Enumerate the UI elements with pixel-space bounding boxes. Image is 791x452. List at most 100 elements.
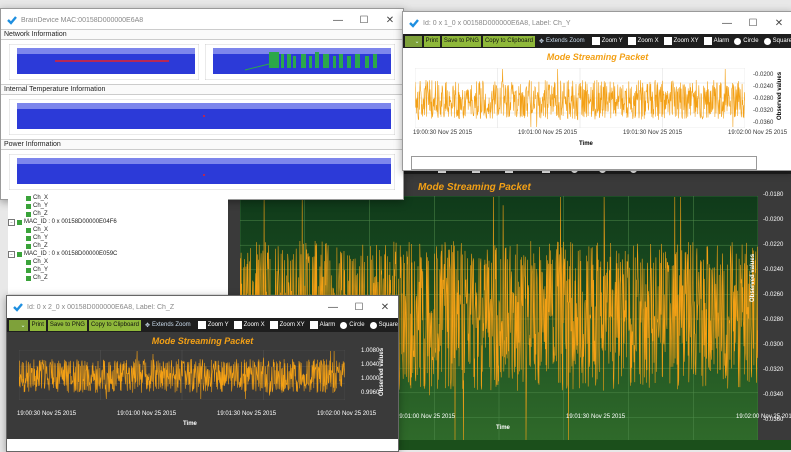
tree-channel-node[interactable]: Ch_Y bbox=[8, 266, 228, 274]
extends-zoom-label: Extends Zoom bbox=[152, 322, 191, 328]
ch-z-chart-title: Mode Streaming Packet bbox=[151, 336, 254, 346]
tree-channel-node[interactable]: Ch_Y bbox=[8, 202, 228, 210]
chart-mode-select[interactable]: ⌄ bbox=[9, 319, 28, 331]
tree-channel-node[interactable]: Ch_Z bbox=[8, 242, 228, 250]
maximize-button[interactable]: ☐ bbox=[346, 296, 372, 318]
big-chart-x-label: Time bbox=[496, 425, 510, 431]
copy-clipboard-button[interactable]: Copy to Clipboard bbox=[88, 319, 141, 331]
ch-z-y-label: Observed values bbox=[379, 347, 385, 396]
x-tick-label: 19:02:00 Nov 25 2015 bbox=[317, 411, 377, 417]
tree-channel-node[interactable]: Ch_X bbox=[8, 194, 228, 202]
zoom-x-checkbox[interactable] bbox=[627, 37, 636, 45]
y-tick-label: -0.0180 bbox=[763, 192, 784, 198]
y-tick-label: 1.0040 bbox=[361, 362, 380, 368]
minimize-button[interactable]: — bbox=[320, 296, 346, 318]
zoom-y-label: Zoom Y bbox=[207, 322, 229, 328]
circle-radio[interactable] bbox=[734, 37, 742, 45]
square-radio[interactable] bbox=[763, 37, 771, 45]
power-chart[interactable] bbox=[9, 154, 395, 190]
y-tick-label: -0.0220 bbox=[763, 242, 784, 248]
print-button[interactable]: Print bbox=[423, 35, 440, 47]
tree-channel-node[interactable]: Ch_Y bbox=[8, 234, 228, 242]
x-tick-label: 19:01:30 Nov 25 2015 bbox=[566, 414, 626, 420]
maximize-button[interactable]: ☐ bbox=[351, 9, 377, 31]
y-tick-label: -0.0320 bbox=[753, 108, 774, 114]
circle-label: Circle bbox=[349, 322, 365, 328]
tree-node-label: Ch_X bbox=[33, 195, 49, 201]
square-label: Square bbox=[772, 38, 791, 44]
ch-y-chart-plot[interactable] bbox=[415, 68, 745, 128]
sensor-icon bbox=[26, 235, 31, 241]
close-button[interactable]: ✕ bbox=[766, 12, 791, 34]
y-tick-label: -0.0340 bbox=[763, 392, 784, 398]
save-png-button[interactable]: Save to PNG bbox=[47, 319, 87, 331]
zoom-xy-checkbox[interactable] bbox=[663, 37, 672, 45]
ch-z-overview-strip[interactable] bbox=[7, 439, 398, 451]
collapse-icon[interactable]: − bbox=[8, 218, 15, 226]
tree-node-label: Ch_Z bbox=[33, 211, 48, 217]
chart-mode-select[interactable]: ⌄ bbox=[405, 35, 422, 47]
network-panel bbox=[1, 40, 403, 84]
y-tick-label: -0.0280 bbox=[763, 317, 784, 323]
copy-clipboard-button[interactable]: Copy to Clipboard bbox=[482, 35, 535, 47]
big-chart-y-label: Observed values bbox=[750, 253, 756, 302]
square-radio[interactable] bbox=[369, 321, 377, 329]
temperature-chart[interactable] bbox=[9, 99, 395, 135]
extends-zoom-button[interactable]: ✥ Extends Zoom bbox=[143, 322, 193, 329]
tree-channel-node[interactable]: Ch_X bbox=[8, 258, 228, 266]
brain-app-icon bbox=[7, 16, 17, 25]
power-panel bbox=[1, 150, 403, 194]
zoom-xy-label: Zoom XY bbox=[673, 38, 699, 44]
zoom-y-checkbox[interactable] bbox=[197, 321, 206, 329]
zoom-x-checkbox[interactable] bbox=[233, 321, 242, 329]
zoom-icon: ✥ bbox=[538, 38, 544, 45]
sensor-icon bbox=[26, 227, 31, 233]
alarm-checkbox[interactable] bbox=[309, 321, 318, 329]
sensor-icon bbox=[26, 211, 31, 217]
network-panel-heading: Network Information bbox=[1, 29, 403, 40]
sensor-icon bbox=[26, 259, 31, 265]
alarm-label: Alarm bbox=[319, 322, 336, 328]
minimize-button[interactable]: — bbox=[325, 9, 351, 31]
minimize-button[interactable]: — bbox=[714, 12, 740, 34]
x-tick-label: 19:01:00 Nov 25 2015 bbox=[117, 411, 177, 417]
y-tick-label: -0.0260 bbox=[763, 292, 784, 298]
print-button[interactable]: Print bbox=[29, 319, 46, 331]
x-tick-label: 19:00:30 Nov 25 2015 bbox=[17, 411, 77, 417]
network-chart-left[interactable] bbox=[9, 44, 199, 80]
ch-y-overview-strip[interactable] bbox=[411, 156, 757, 170]
tree-channel-node[interactable]: Ch_Z bbox=[8, 210, 228, 218]
circle-radio[interactable] bbox=[340, 321, 348, 329]
tree-channel-node[interactable]: Ch_Z bbox=[8, 274, 228, 282]
zoom-xy-checkbox[interactable] bbox=[269, 321, 278, 329]
tree-channel-node[interactable]: Ch_X bbox=[8, 226, 228, 234]
brain-app-icon bbox=[13, 303, 23, 312]
sensor-icon bbox=[26, 243, 31, 249]
temperature-panel bbox=[1, 95, 403, 139]
tree-device-node[interactable]: − MAC_ID : 0 x 00158D00000E059C bbox=[8, 250, 228, 258]
extends-zoom-label: Extends Zoom bbox=[546, 38, 585, 44]
y-tick-label: 1.0080 bbox=[361, 348, 380, 354]
sensor-icon bbox=[26, 267, 31, 273]
network-chart-right[interactable] bbox=[205, 44, 395, 80]
ch-z-titlebar: Id: 0 x 2_0 x 00158D000000E6A8, Label: C… bbox=[7, 296, 398, 318]
collapse-icon[interactable]: − bbox=[8, 250, 15, 258]
ch-y-x-label: Time bbox=[579, 141, 593, 147]
tree-node-label: Ch_Z bbox=[33, 275, 48, 281]
close-button[interactable]: ✕ bbox=[377, 9, 403, 31]
ch-y-title: Id: 0 x 1_0 x 00158D000000E6A8, Label: C… bbox=[423, 19, 571, 27]
zoom-x-label: Zoom X bbox=[637, 38, 659, 44]
close-button[interactable]: ✕ bbox=[372, 296, 398, 318]
y-tick-label: -0.0200 bbox=[763, 217, 784, 223]
tree-device-node[interactable]: − MAC_ID : 0 x 00158D00000E04F6 bbox=[8, 218, 228, 226]
ch-z-chart-plot[interactable] bbox=[19, 350, 345, 400]
save-png-button[interactable]: Save to PNG bbox=[441, 35, 481, 47]
alarm-checkbox[interactable] bbox=[703, 37, 712, 45]
y-tick-label: -0.0200 bbox=[753, 72, 774, 78]
maximize-button[interactable]: ☐ bbox=[740, 12, 766, 34]
extends-zoom-button[interactable]: ✥ Extends Zoom bbox=[537, 38, 587, 45]
zoom-xy-label: Zoom XY bbox=[279, 322, 305, 328]
sensor-icon bbox=[26, 275, 31, 281]
tree-node-label: Ch_X bbox=[33, 259, 49, 265]
zoom-y-checkbox[interactable] bbox=[591, 37, 600, 45]
